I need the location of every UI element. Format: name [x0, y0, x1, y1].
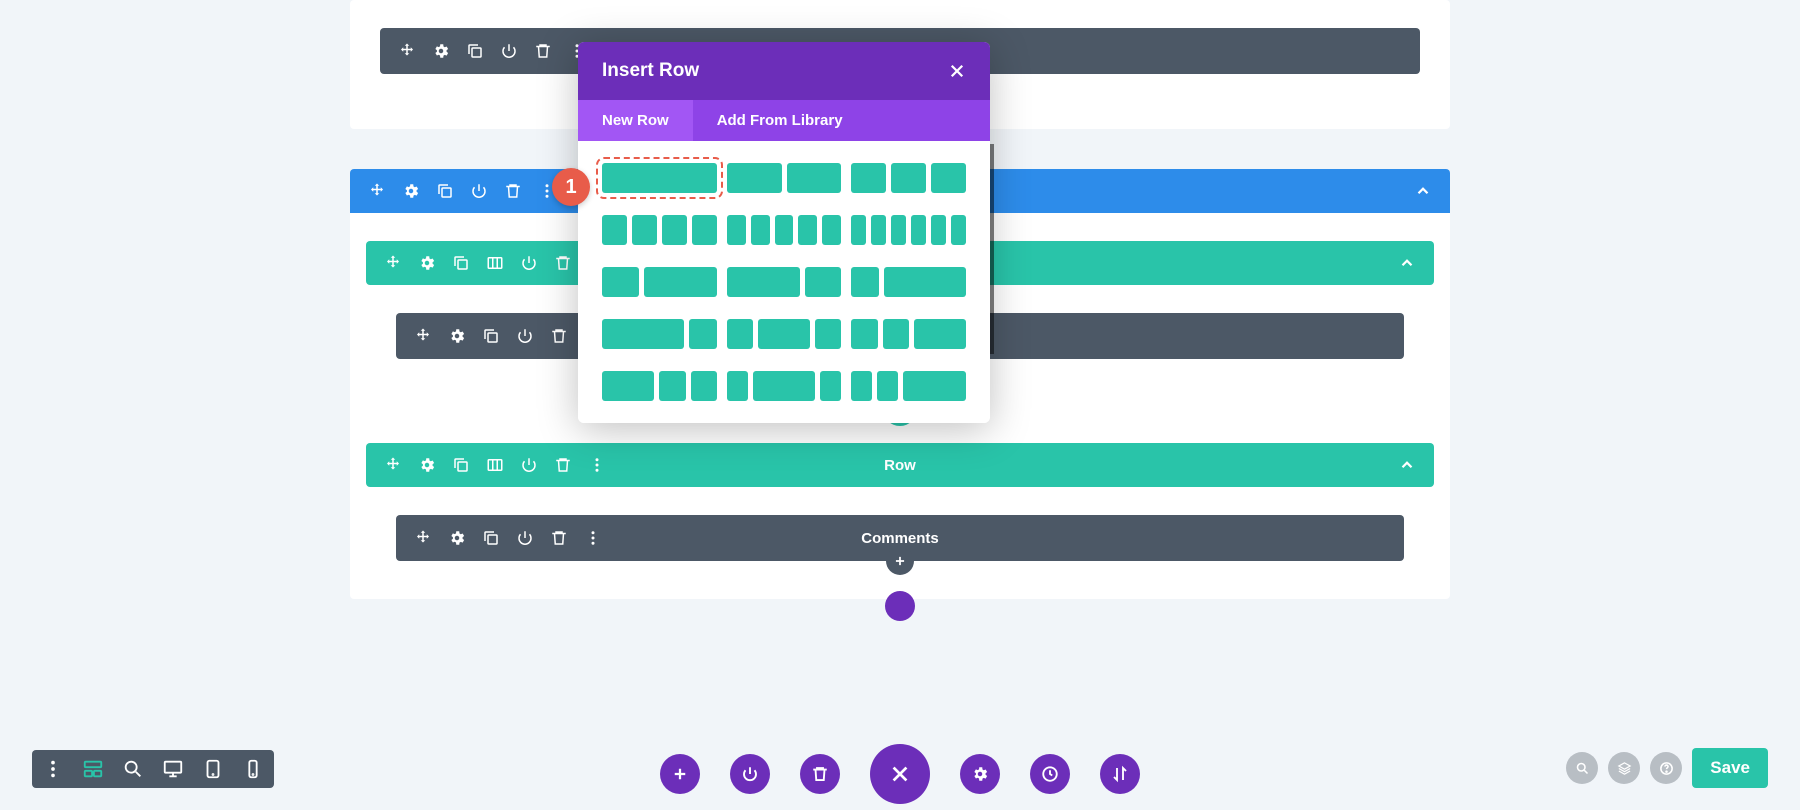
history-button[interactable]: [1030, 754, 1070, 794]
gear-icon[interactable]: [418, 254, 436, 272]
chevron-up-icon[interactable]: [1414, 182, 1432, 200]
callout-badge: 1: [552, 168, 590, 206]
layout-option[interactable]: [602, 267, 717, 297]
builder-bottom-right-toolbar: Save: [1566, 748, 1768, 788]
tablet-icon[interactable]: [202, 758, 224, 780]
duplicate-icon[interactable]: [466, 42, 484, 60]
move-icon[interactable]: [368, 182, 386, 200]
power-icon[interactable]: [520, 254, 538, 272]
phone-icon[interactable]: [242, 758, 264, 780]
row-bar[interactable]: Row: [366, 443, 1434, 487]
close-builder-button[interactable]: [870, 744, 930, 804]
layout-option[interactable]: [727, 267, 842, 297]
layout-option[interactable]: [602, 163, 717, 193]
desktop-icon[interactable]: [162, 758, 184, 780]
row-label: Row: [884, 457, 916, 474]
builder-bottom-center-toolbar: [660, 744, 1140, 804]
move-icon[interactable]: [384, 254, 402, 272]
help-button[interactable]: [1650, 752, 1682, 784]
layout-option[interactable]: [851, 163, 966, 193]
gear-icon[interactable]: [402, 182, 420, 200]
add-button[interactable]: [660, 754, 700, 794]
power-icon[interactable]: [470, 182, 488, 200]
layout-option[interactable]: [602, 371, 717, 401]
tab-new-row[interactable]: New Row: [578, 100, 693, 141]
trash-button[interactable]: [800, 754, 840, 794]
layout-option[interactable]: [727, 215, 842, 245]
section-toolbar: [368, 182, 556, 200]
add-module-button[interactable]: [886, 547, 914, 575]
insert-row-modal: Insert Row New Row Add From Library: [578, 42, 990, 423]
power-icon[interactable]: [516, 327, 534, 345]
wireframe-view-icon[interactable]: [82, 758, 104, 780]
trash-icon[interactable]: [554, 254, 572, 272]
move-icon[interactable]: [414, 529, 432, 547]
power-icon[interactable]: [520, 456, 538, 474]
duplicate-icon[interactable]: [452, 254, 470, 272]
more-icon[interactable]: [588, 456, 606, 474]
layout-grid: [602, 163, 966, 401]
layers-button[interactable]: [1608, 752, 1640, 784]
move-icon[interactable]: [398, 42, 416, 60]
duplicate-icon[interactable]: [436, 182, 454, 200]
duplicate-icon[interactable]: [482, 529, 500, 547]
save-button[interactable]: Save: [1692, 748, 1768, 788]
layout-option[interactable]: [727, 163, 842, 193]
modal-title: Insert Row: [602, 60, 699, 82]
sort-button[interactable]: [1100, 754, 1140, 794]
duplicate-icon[interactable]: [452, 456, 470, 474]
modal-header[interactable]: Insert Row: [578, 42, 990, 100]
move-icon[interactable]: [384, 456, 402, 474]
trash-icon[interactable]: [554, 456, 572, 474]
duplicate-icon[interactable]: [482, 327, 500, 345]
columns-icon[interactable]: [486, 254, 504, 272]
trash-icon[interactable]: [550, 529, 568, 547]
layout-option[interactable]: [602, 215, 717, 245]
add-button-peek[interactable]: [885, 591, 915, 621]
settings-button[interactable]: [960, 754, 1000, 794]
gear-icon[interactable]: [418, 456, 436, 474]
gear-icon[interactable]: [448, 529, 466, 547]
trash-icon[interactable]: [550, 327, 568, 345]
search-button[interactable]: [1566, 752, 1598, 784]
layout-option[interactable]: [851, 371, 966, 401]
layout-option[interactable]: [602, 319, 717, 349]
close-icon[interactable]: [948, 62, 966, 80]
columns-icon[interactable]: [486, 456, 504, 474]
layout-option[interactable]: [851, 319, 966, 349]
trash-icon[interactable]: [534, 42, 552, 60]
builder-bottom-left-toolbar: [32, 750, 274, 788]
power-button[interactable]: [730, 754, 770, 794]
zoom-icon[interactable]: [122, 758, 144, 780]
layout-option[interactable]: [851, 267, 966, 297]
gear-icon[interactable]: [432, 42, 450, 60]
power-icon[interactable]: [500, 42, 518, 60]
trash-icon[interactable]: [504, 182, 522, 200]
row-toolbar: [384, 456, 606, 474]
more-icon[interactable]: [584, 529, 602, 547]
tab-add-from-library[interactable]: Add From Library: [693, 100, 867, 141]
move-icon[interactable]: [414, 327, 432, 345]
module-label: Comments: [861, 530, 939, 547]
chevron-up-icon[interactable]: [1398, 456, 1416, 474]
modal-body: [578, 141, 990, 423]
more-icon[interactable]: [42, 758, 64, 780]
row-toolbar: [384, 254, 606, 272]
modal-tabs: New Row Add From Library: [578, 100, 990, 141]
chevron-up-icon[interactable]: [1398, 254, 1416, 272]
module-toolbar: [414, 327, 602, 345]
layout-option[interactable]: [727, 319, 842, 349]
module-toolbar: [414, 529, 602, 547]
layout-option[interactable]: [727, 371, 842, 401]
module-bar-comments[interactable]: Comments: [396, 515, 1404, 561]
power-icon[interactable]: [516, 529, 534, 547]
gear-icon[interactable]: [448, 327, 466, 345]
module-toolbar: [398, 42, 586, 60]
layout-option[interactable]: [851, 215, 966, 245]
